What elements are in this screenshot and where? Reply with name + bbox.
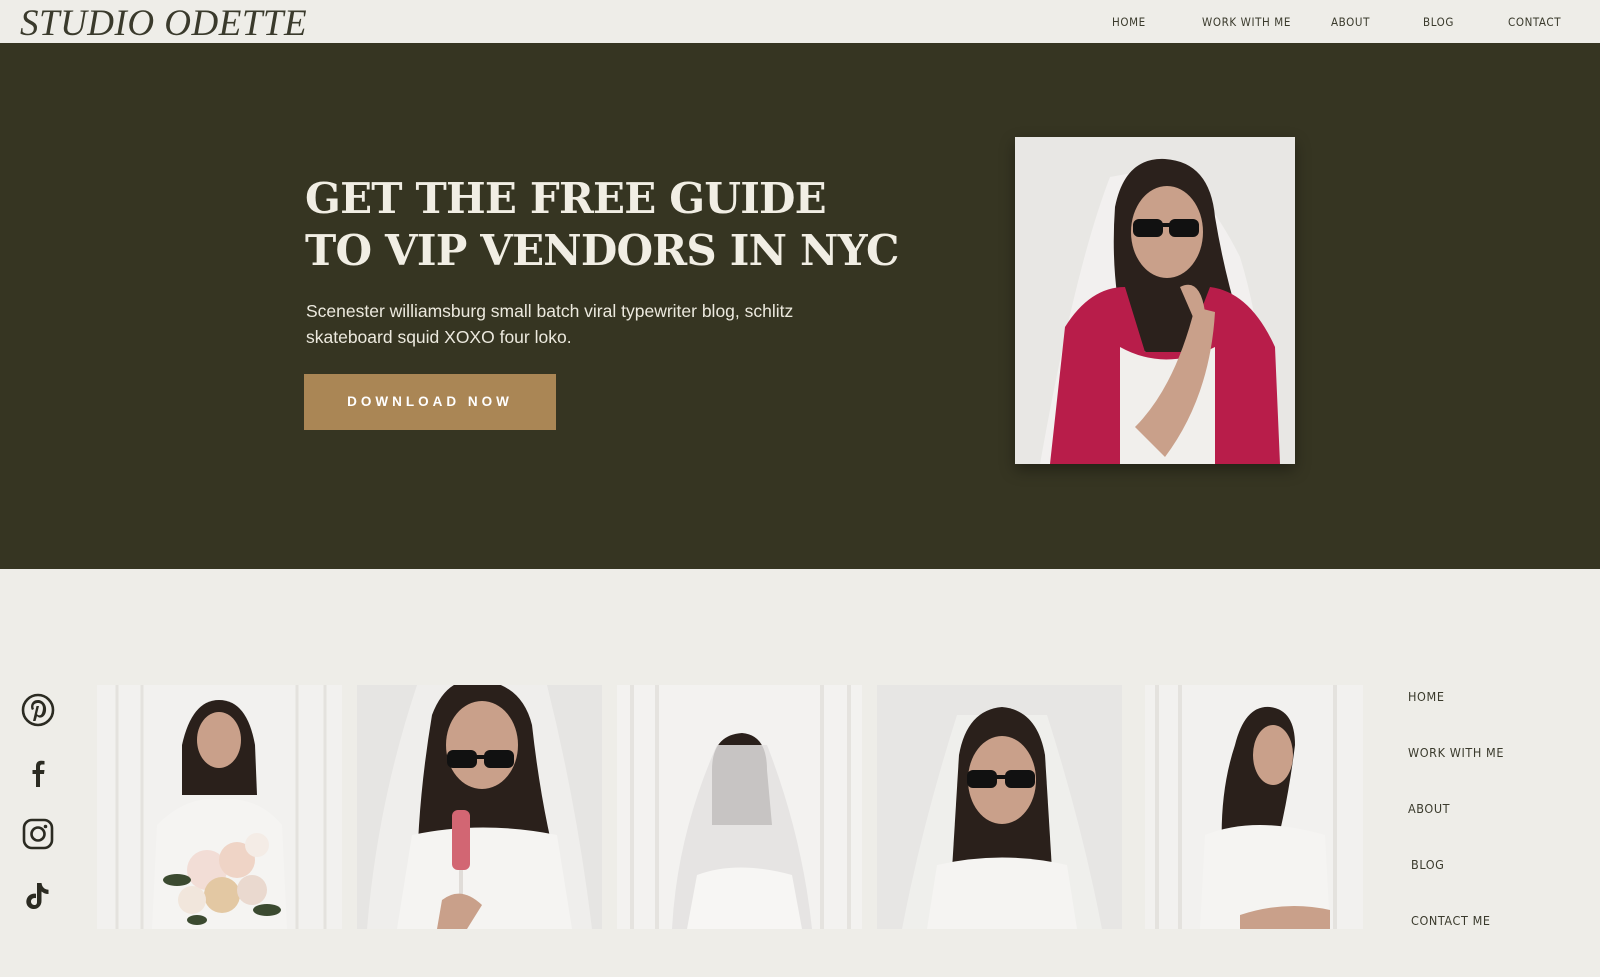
footer-nav-about[interactable]: ABOUT	[1408, 801, 1450, 816]
gallery-image-veil-back[interactable]	[617, 685, 862, 929]
download-now-button[interactable]: DOWNLOAD NOW	[304, 374, 556, 430]
footer-nav-work-with-me[interactable]: WORK WITH ME	[1408, 745, 1504, 760]
hero-bride-photo	[1015, 137, 1295, 464]
gallery-image-profile[interactable]	[1145, 685, 1363, 929]
gallery-image-bouquet[interactable]	[97, 685, 342, 929]
facebook-icon[interactable]	[20, 754, 56, 790]
nav-home[interactable]: HOME	[1112, 15, 1146, 29]
pinterest-icon[interactable]	[20, 692, 56, 728]
instagram-icon[interactable]	[20, 816, 56, 852]
nav-about[interactable]: ABOUT	[1331, 15, 1370, 29]
nav-blog[interactable]: BLOG	[1423, 15, 1454, 29]
gallery-image-champagne[interactable]	[357, 685, 602, 929]
site-logo[interactable]: STUDIO ODETTE	[20, 2, 307, 45]
hero-section: GET THE FREE GUIDE TO VIP VENDORS IN NYC…	[0, 43, 1600, 569]
footer-nav-contact-me[interactable]: CONTACT ME	[1411, 913, 1491, 928]
footer-nav-home[interactable]: HOME	[1408, 689, 1445, 704]
site-header: STUDIO ODETTE HOME WORK WITH ME ABOUT BL…	[0, 0, 1600, 45]
hero-title-line-1: GET THE FREE GUIDE	[305, 174, 827, 223]
gallery-image-sunglasses[interactable]	[877, 685, 1122, 929]
footer-nav-blog[interactable]: BLOG	[1411, 857, 1445, 872]
nav-contact[interactable]: CONTACT	[1508, 15, 1561, 29]
hero-title: GET THE FREE GUIDE TO VIP VENDORS IN NYC	[305, 173, 899, 277]
nav-work-with-me[interactable]: WORK WITH ME	[1202, 15, 1291, 29]
hero-title-line-2: TO VIP VENDORS IN NYC	[305, 226, 899, 275]
tiktok-icon[interactable]	[20, 878, 56, 914]
hero-description: Scenester williamsburg small batch viral…	[306, 301, 794, 347]
